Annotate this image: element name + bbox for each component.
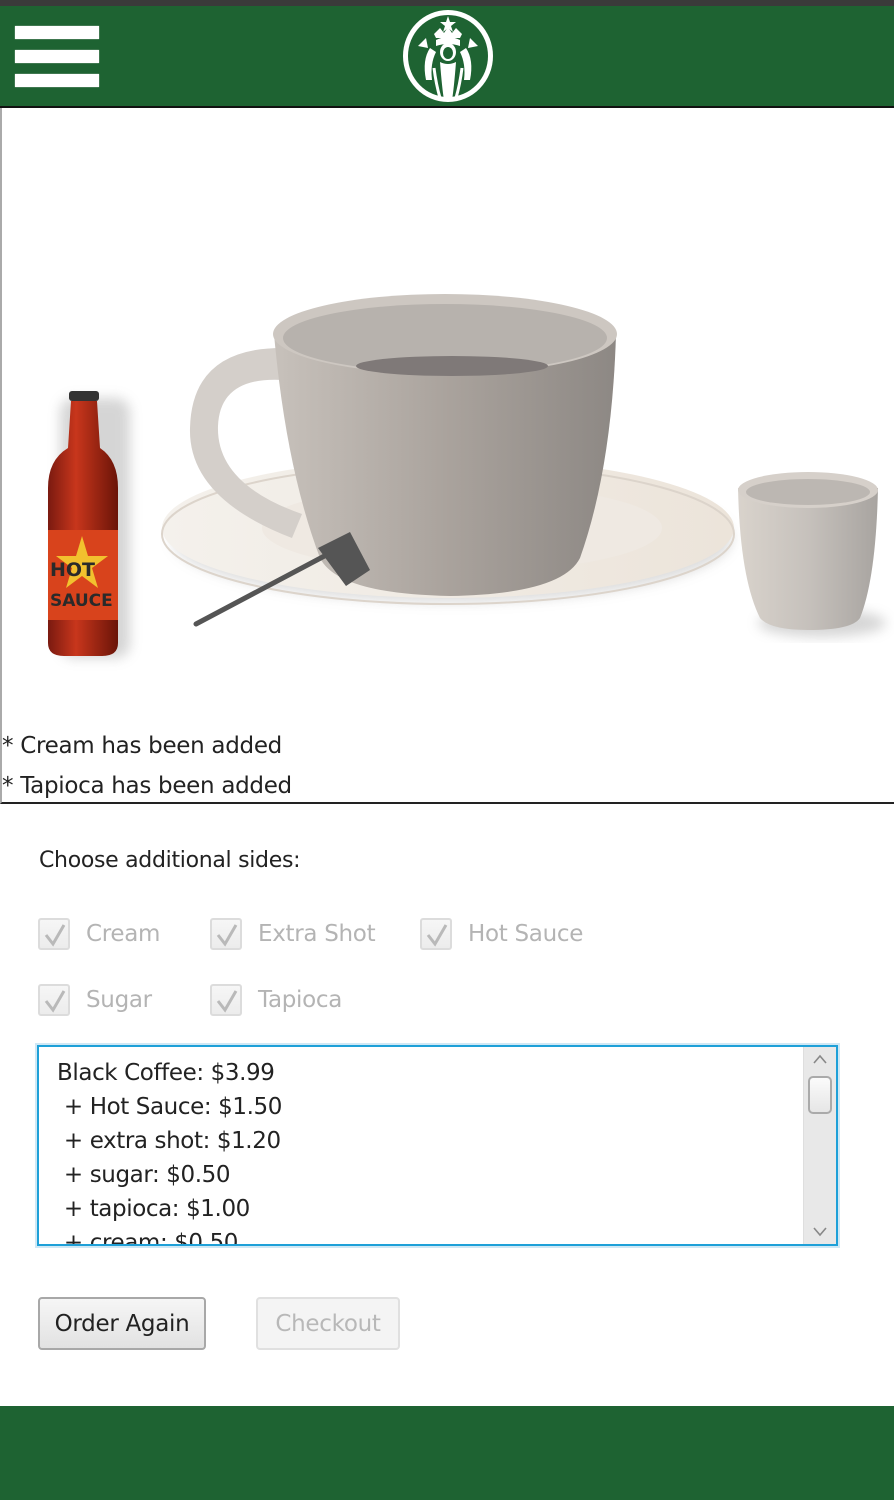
app-footer bbox=[0, 1406, 894, 1500]
checkbox-label: Sugar bbox=[86, 987, 152, 1013]
checkmark-icon bbox=[216, 924, 238, 947]
coffee-cup-with-saucer bbox=[161, 294, 735, 627]
checkbox-label: Extra Shot bbox=[258, 921, 376, 947]
sides-label: Choose additional sides: bbox=[39, 848, 301, 873]
starbucks-logo-icon bbox=[402, 10, 494, 102]
hamburger-menu-icon[interactable] bbox=[15, 26, 99, 90]
order-line: + extra shot: $1.20 bbox=[57, 1128, 281, 1154]
cream-cup bbox=[738, 472, 886, 637]
checkbox-hot-sauce[interactable]: Hot Sauce bbox=[420, 916, 583, 952]
checkmark-icon bbox=[44, 924, 66, 947]
scroll-down-icon[interactable] bbox=[810, 1224, 830, 1240]
menu-bar bbox=[15, 74, 99, 87]
bottle-label-hot: HOT bbox=[50, 559, 95, 581]
status-message: * Cream has been added bbox=[2, 733, 282, 759]
checkbox-box[interactable] bbox=[210, 918, 242, 950]
checkbox-sugar[interactable]: Sugar bbox=[38, 982, 152, 1018]
order-again-button[interactable]: Order Again bbox=[38, 1297, 206, 1350]
checkbox-label: Tapioca bbox=[258, 987, 343, 1013]
checkbox-extra-shot[interactable]: Extra Shot bbox=[210, 916, 376, 952]
order-summary-textarea[interactable]: Black Coffee: $3.99 + Hot Sauce: $1.50 +… bbox=[37, 1045, 838, 1246]
hot-sauce-bottle: HOT SAUCE bbox=[48, 391, 130, 658]
status-messages: * Cream has been added * Tapioca has bee… bbox=[2, 726, 292, 802]
vertical-scrollbar[interactable] bbox=[803, 1047, 836, 1244]
order-line: + Hot Sauce: $1.50 bbox=[57, 1094, 282, 1120]
app-header bbox=[0, 6, 894, 108]
checkout-button[interactable]: Checkout bbox=[256, 1297, 400, 1350]
order-line: + tapioca: $1.00 bbox=[57, 1196, 250, 1222]
order-line: Black Coffee: $3.99 bbox=[57, 1060, 275, 1086]
checkmark-icon bbox=[216, 990, 238, 1013]
checkbox-label: Hot Sauce bbox=[468, 921, 584, 947]
checkbox-box[interactable] bbox=[38, 918, 70, 950]
checkbox-box[interactable] bbox=[38, 984, 70, 1016]
order-line: + sugar: $0.50 bbox=[57, 1162, 231, 1188]
menu-bar bbox=[15, 50, 99, 63]
status-message: * Tapioca has been added bbox=[2, 773, 292, 799]
order-lines: Black Coffee: $3.99 + Hot Sauce: $1.50 +… bbox=[57, 1056, 282, 1246]
checkbox-tapioca[interactable]: Tapioca bbox=[210, 982, 342, 1018]
checkmark-icon bbox=[426, 924, 448, 947]
checkbox-cream[interactable]: Cream bbox=[38, 916, 160, 952]
checkbox-box[interactable] bbox=[210, 984, 242, 1016]
checkmark-icon bbox=[44, 990, 66, 1013]
product-scene: HOT SAUCE bbox=[48, 294, 886, 658]
menu-bar bbox=[15, 26, 99, 39]
order-line: + cream: $0.50 bbox=[57, 1230, 239, 1246]
bottle-label-sauce: SAUCE bbox=[50, 591, 113, 611]
product-preview-panel: HOT SAUCE * Cream has been added * Tapio… bbox=[0, 108, 894, 804]
checkbox-label: Cream bbox=[86, 921, 161, 947]
scroll-up-icon[interactable] bbox=[810, 1051, 830, 1067]
checkbox-box[interactable] bbox=[420, 918, 452, 950]
scrollbar-thumb[interactable] bbox=[808, 1076, 832, 1114]
